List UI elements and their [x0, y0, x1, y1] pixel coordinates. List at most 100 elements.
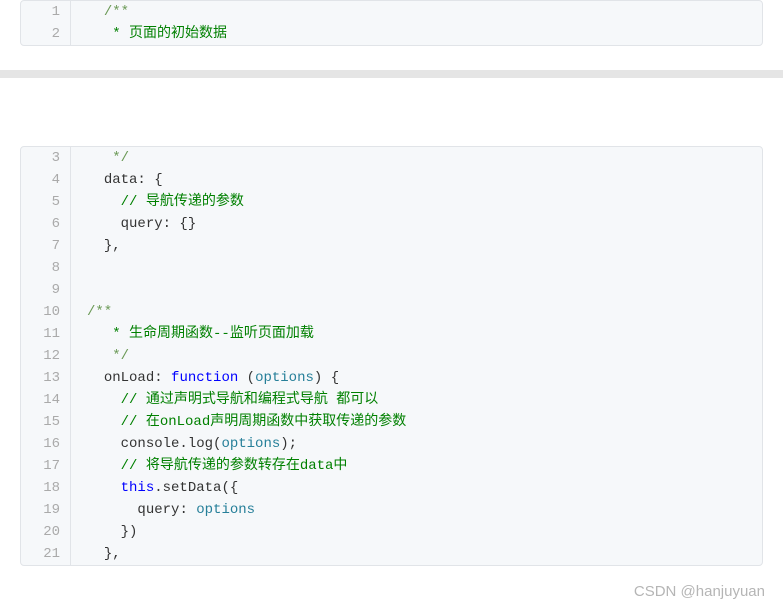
code-line: 1 /** [21, 1, 762, 23]
code-token: log [188, 436, 213, 452]
code-token: function [171, 370, 238, 386]
code-content: }) [71, 521, 137, 543]
code-token: */ [112, 348, 129, 364]
code-token: // 导航传递的参数 [121, 194, 244, 210]
code-line: 4 data: { [21, 169, 762, 191]
code-content: /** [71, 1, 129, 23]
line-number: 21 [21, 543, 71, 565]
code-line: 2 * 页面的初始数据 [21, 23, 762, 45]
code-line: 13 onLoad: function (options) { [21, 367, 762, 389]
code-token [87, 546, 104, 562]
code-line: 18 this.setData({ [21, 477, 762, 499]
code-token [87, 392, 121, 408]
line-number: 1 [21, 1, 71, 23]
line-number: 4 [21, 169, 71, 191]
code-token [87, 26, 112, 42]
line-number: 15 [21, 411, 71, 433]
code-content: this.setData({ [71, 477, 238, 499]
code-token: ( [238, 370, 255, 386]
code-block-2: 3 */4 data: {5 // 导航传递的参数6 query: {}7 },… [20, 146, 763, 566]
code-content: }, [71, 543, 121, 565]
code-block-1: 1 /**2 * 页面的初始数据 [20, 0, 763, 46]
code-token [87, 238, 104, 254]
code-line: 12 */ [21, 345, 762, 367]
code-token: setData [163, 480, 222, 496]
code-line: 21 }, [21, 543, 762, 565]
code-content: query: options [71, 499, 255, 521]
code-token: : [179, 502, 196, 518]
line-number: 2 [21, 23, 71, 45]
code-content: // 在onLoad声明周期函数中获取传递的参数 [71, 411, 406, 433]
code-content: // 将导航传递的参数转存在data中 [71, 455, 347, 477]
line-number: 6 [21, 213, 71, 235]
code-token: */ [112, 150, 129, 166]
code-token: options [196, 502, 255, 518]
code-line: 17 // 将导航传递的参数转存在data中 [21, 455, 762, 477]
line-number: 5 [21, 191, 71, 213]
code-token [87, 326, 112, 342]
code-content: /** [71, 301, 112, 323]
code-token: // 在onLoad声明周期函数中获取传递的参数 [121, 414, 407, 430]
line-number: 18 [21, 477, 71, 499]
code-token: }, [104, 546, 121, 562]
code-token [87, 524, 121, 540]
code-content: // 导航传递的参数 [71, 191, 244, 213]
code-line: 8 [21, 257, 762, 279]
code-content: * 生命周期函数--监听页面加载 [71, 323, 314, 345]
code-token: query [137, 502, 179, 518]
code-token: . [179, 436, 187, 452]
line-number: 20 [21, 521, 71, 543]
code-line: 19 query: options [21, 499, 762, 521]
code-token: // 通过声明式导航和编程式导航 都可以 [121, 392, 379, 408]
code-token [87, 458, 121, 474]
line-number: 19 [21, 499, 71, 521]
line-number: 3 [21, 147, 71, 169]
code-line: 7 }, [21, 235, 762, 257]
code-content: query: {} [71, 213, 196, 235]
code-line: 5 // 导航传递的参数 [21, 191, 762, 213]
code-token [87, 502, 137, 518]
code-token: // 将导航传递的参数转存在data中 [121, 458, 348, 474]
block-gap [0, 46, 783, 146]
line-number: 11 [21, 323, 71, 345]
line-number: 8 [21, 257, 71, 279]
code-token: query [121, 216, 163, 232]
code-token: * 页面的初始数据 [112, 26, 227, 42]
code-token: * 生命周期函数--监听页面加载 [112, 326, 314, 342]
code-token: }) [121, 524, 138, 540]
code-token: ) { [314, 370, 339, 386]
line-number: 10 [21, 301, 71, 323]
code-token: /** [104, 4, 129, 20]
line-number: 9 [21, 279, 71, 301]
code-token [87, 348, 112, 364]
code-content: */ [71, 147, 129, 169]
code-content: console.log(options); [71, 433, 297, 455]
code-token: ); [280, 436, 297, 452]
code-token [87, 194, 121, 210]
code-token: : {} [163, 216, 197, 232]
line-number: 7 [21, 235, 71, 257]
line-number: 13 [21, 367, 71, 389]
code-token: data [104, 172, 138, 188]
code-token [87, 4, 104, 20]
code-token [87, 370, 104, 386]
line-number: 17 [21, 455, 71, 477]
code-content: */ [71, 345, 129, 367]
code-line: 14 // 通过声明式导航和编程式导航 都可以 [21, 389, 762, 411]
code-line: 15 // 在onLoad声明周期函数中获取传递的参数 [21, 411, 762, 433]
code-content: }, [71, 235, 121, 257]
code-token: console [121, 436, 180, 452]
code-token: options [221, 436, 280, 452]
line-number: 12 [21, 345, 71, 367]
line-number: 16 [21, 433, 71, 455]
code-token [87, 436, 121, 452]
code-content: data: { [71, 169, 163, 191]
code-line: 20 }) [21, 521, 762, 543]
code-content: onLoad: function (options) { [71, 367, 339, 389]
code-token: this [121, 480, 155, 496]
code-token: ({ [221, 480, 238, 496]
code-token [87, 216, 121, 232]
code-content [71, 257, 87, 279]
code-token: onLoad [104, 370, 154, 386]
code-line: 16 console.log(options); [21, 433, 762, 455]
